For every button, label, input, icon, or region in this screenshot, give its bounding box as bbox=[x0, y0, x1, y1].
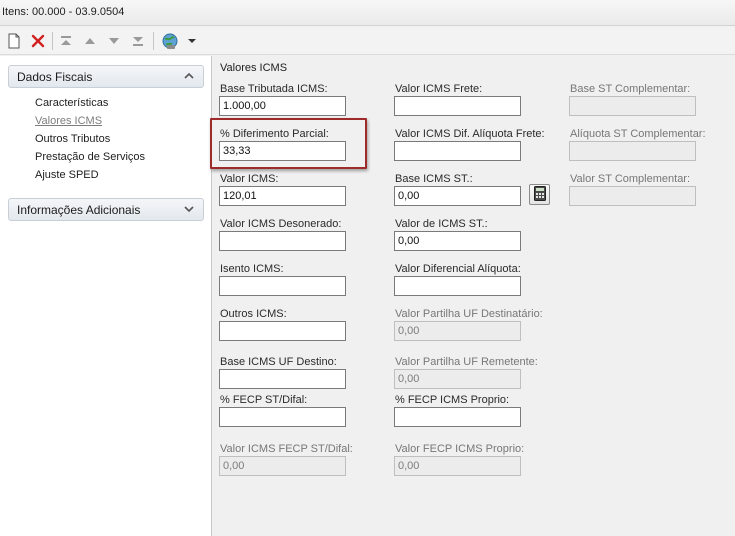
valor-fecp-st-difal-field bbox=[219, 456, 346, 476]
sidebar-item-ajuste-sped[interactable]: Ajuste SPED bbox=[35, 169, 99, 181]
calculator-button[interactable] bbox=[529, 184, 550, 205]
window-title: Itens: 00.000 - 03.9.0504 bbox=[2, 6, 125, 18]
valor-fecp-st-difal-label: Valor ICMS FECP ST/Difal: bbox=[220, 443, 353, 455]
move-down-icon[interactable] bbox=[104, 31, 124, 51]
valor-icms-frete-label: Valor ICMS Frete: bbox=[395, 83, 483, 95]
base-st-complementar-field bbox=[569, 96, 696, 116]
base-icms-st-field[interactable] bbox=[394, 186, 521, 206]
diferimento-parcial-field[interactable] bbox=[219, 141, 346, 161]
isento-icms-field[interactable] bbox=[219, 276, 346, 296]
base-uf-destino-label: Base ICMS UF Destino: bbox=[220, 356, 337, 368]
base-tributada-field[interactable] bbox=[219, 96, 346, 116]
valor-icms-label: Valor ICMS: bbox=[220, 173, 279, 185]
globe-icon[interactable] bbox=[160, 31, 180, 51]
base-tributada-label: Base Tributada ICMS: bbox=[220, 83, 328, 95]
fecp-icms-proprio-field[interactable] bbox=[394, 407, 521, 427]
valor-st-complementar-field bbox=[569, 186, 696, 206]
chevron-up-icon[interactable] bbox=[183, 70, 195, 82]
toolbar-separator bbox=[153, 32, 154, 50]
dropdown-arrow-icon[interactable] bbox=[185, 31, 199, 51]
sidebar-item-valores-icms[interactable]: Valores ICMS bbox=[35, 115, 102, 127]
left-navigation-panel bbox=[0, 56, 212, 536]
valor-icms-st-label: Valor de ICMS ST.: bbox=[395, 218, 488, 230]
diferimento-parcial-label: % Diferimento Parcial: bbox=[220, 128, 329, 140]
new-document-icon[interactable] bbox=[4, 31, 24, 51]
isento-icms-label: Isento ICMS: bbox=[220, 263, 284, 275]
partilha-remetente-field bbox=[394, 369, 521, 389]
valor-fecp-proprio-field bbox=[394, 456, 521, 476]
toolbar bbox=[0, 27, 735, 55]
move-up-icon[interactable] bbox=[80, 31, 100, 51]
base-icms-st-label: Base ICMS ST.: bbox=[395, 173, 473, 185]
chevron-down-icon[interactable] bbox=[183, 203, 195, 215]
partilha-remetente-label: Valor Partilha UF Remetente: bbox=[395, 356, 538, 368]
aliquota-st-complementar-field bbox=[569, 141, 696, 161]
sidebar-item-prestacao-servicos[interactable]: Prestação de Serviços bbox=[35, 151, 145, 163]
base-uf-destino-field[interactable] bbox=[219, 369, 346, 389]
fecp-st-difal-label: % FECP ST/Difal: bbox=[220, 394, 308, 406]
move-last-icon[interactable] bbox=[128, 31, 148, 51]
valor-diferencial-aliquota-label: Valor Diferencial Alíquota: bbox=[395, 263, 521, 275]
valor-icms-st-field[interactable] bbox=[394, 231, 521, 251]
sidebar-item-caracteristicas[interactable]: Características bbox=[35, 97, 108, 109]
outros-icms-field[interactable] bbox=[219, 321, 346, 341]
partilha-destinatario-field bbox=[394, 321, 521, 341]
title-bar: Itens: 00.000 - 03.9.0504 bbox=[0, 0, 735, 26]
valor-desonerado-label: Valor ICMS Desonerado: bbox=[220, 218, 342, 230]
toolbar-separator bbox=[52, 32, 53, 50]
valor-desonerado-field[interactable] bbox=[219, 231, 346, 251]
valor-diferencial-aliquota-field[interactable] bbox=[394, 276, 521, 296]
valor-icms-frete-field[interactable] bbox=[394, 96, 521, 116]
valor-fecp-proprio-label: Valor FECP ICMS Proprio: bbox=[395, 443, 525, 455]
partilha-destinatario-label: Valor Partilha UF Destinatário: bbox=[395, 308, 543, 320]
valor-dif-aliquota-frete-field[interactable] bbox=[394, 141, 521, 161]
group-header-label: Dados Fiscais bbox=[17, 70, 93, 84]
move-first-icon[interactable] bbox=[56, 31, 76, 51]
fecp-st-difal-field[interactable] bbox=[219, 407, 346, 427]
valor-dif-aliquota-frete-label: Valor ICMS Dif. Alíquota Frete: bbox=[395, 128, 545, 140]
group-header-dados-fiscais[interactable]: Dados Fiscais bbox=[8, 65, 204, 88]
aliquota-st-complementar-label: Alíquota ST Complementar: bbox=[570, 128, 706, 140]
calculator-icon bbox=[533, 185, 546, 204]
delete-x-icon[interactable] bbox=[28, 31, 48, 51]
base-st-complementar-label: Base ST Complementar: bbox=[570, 83, 691, 95]
section-title: Valores ICMS bbox=[220, 62, 288, 74]
valor-st-complementar-label: Valor ST Complementar: bbox=[570, 173, 691, 185]
group-header-informacoes-adicionais[interactable]: Informações Adicionais bbox=[8, 198, 204, 221]
outros-icms-label: Outros ICMS: bbox=[220, 308, 287, 320]
fecp-icms-proprio-label: % FECP ICMS Proprio: bbox=[395, 394, 510, 406]
valor-icms-field[interactable] bbox=[219, 186, 346, 206]
sidebar-item-outros-tributos[interactable]: Outros Tributos bbox=[35, 133, 110, 145]
group-header-label: Informações Adicionais bbox=[17, 203, 141, 217]
